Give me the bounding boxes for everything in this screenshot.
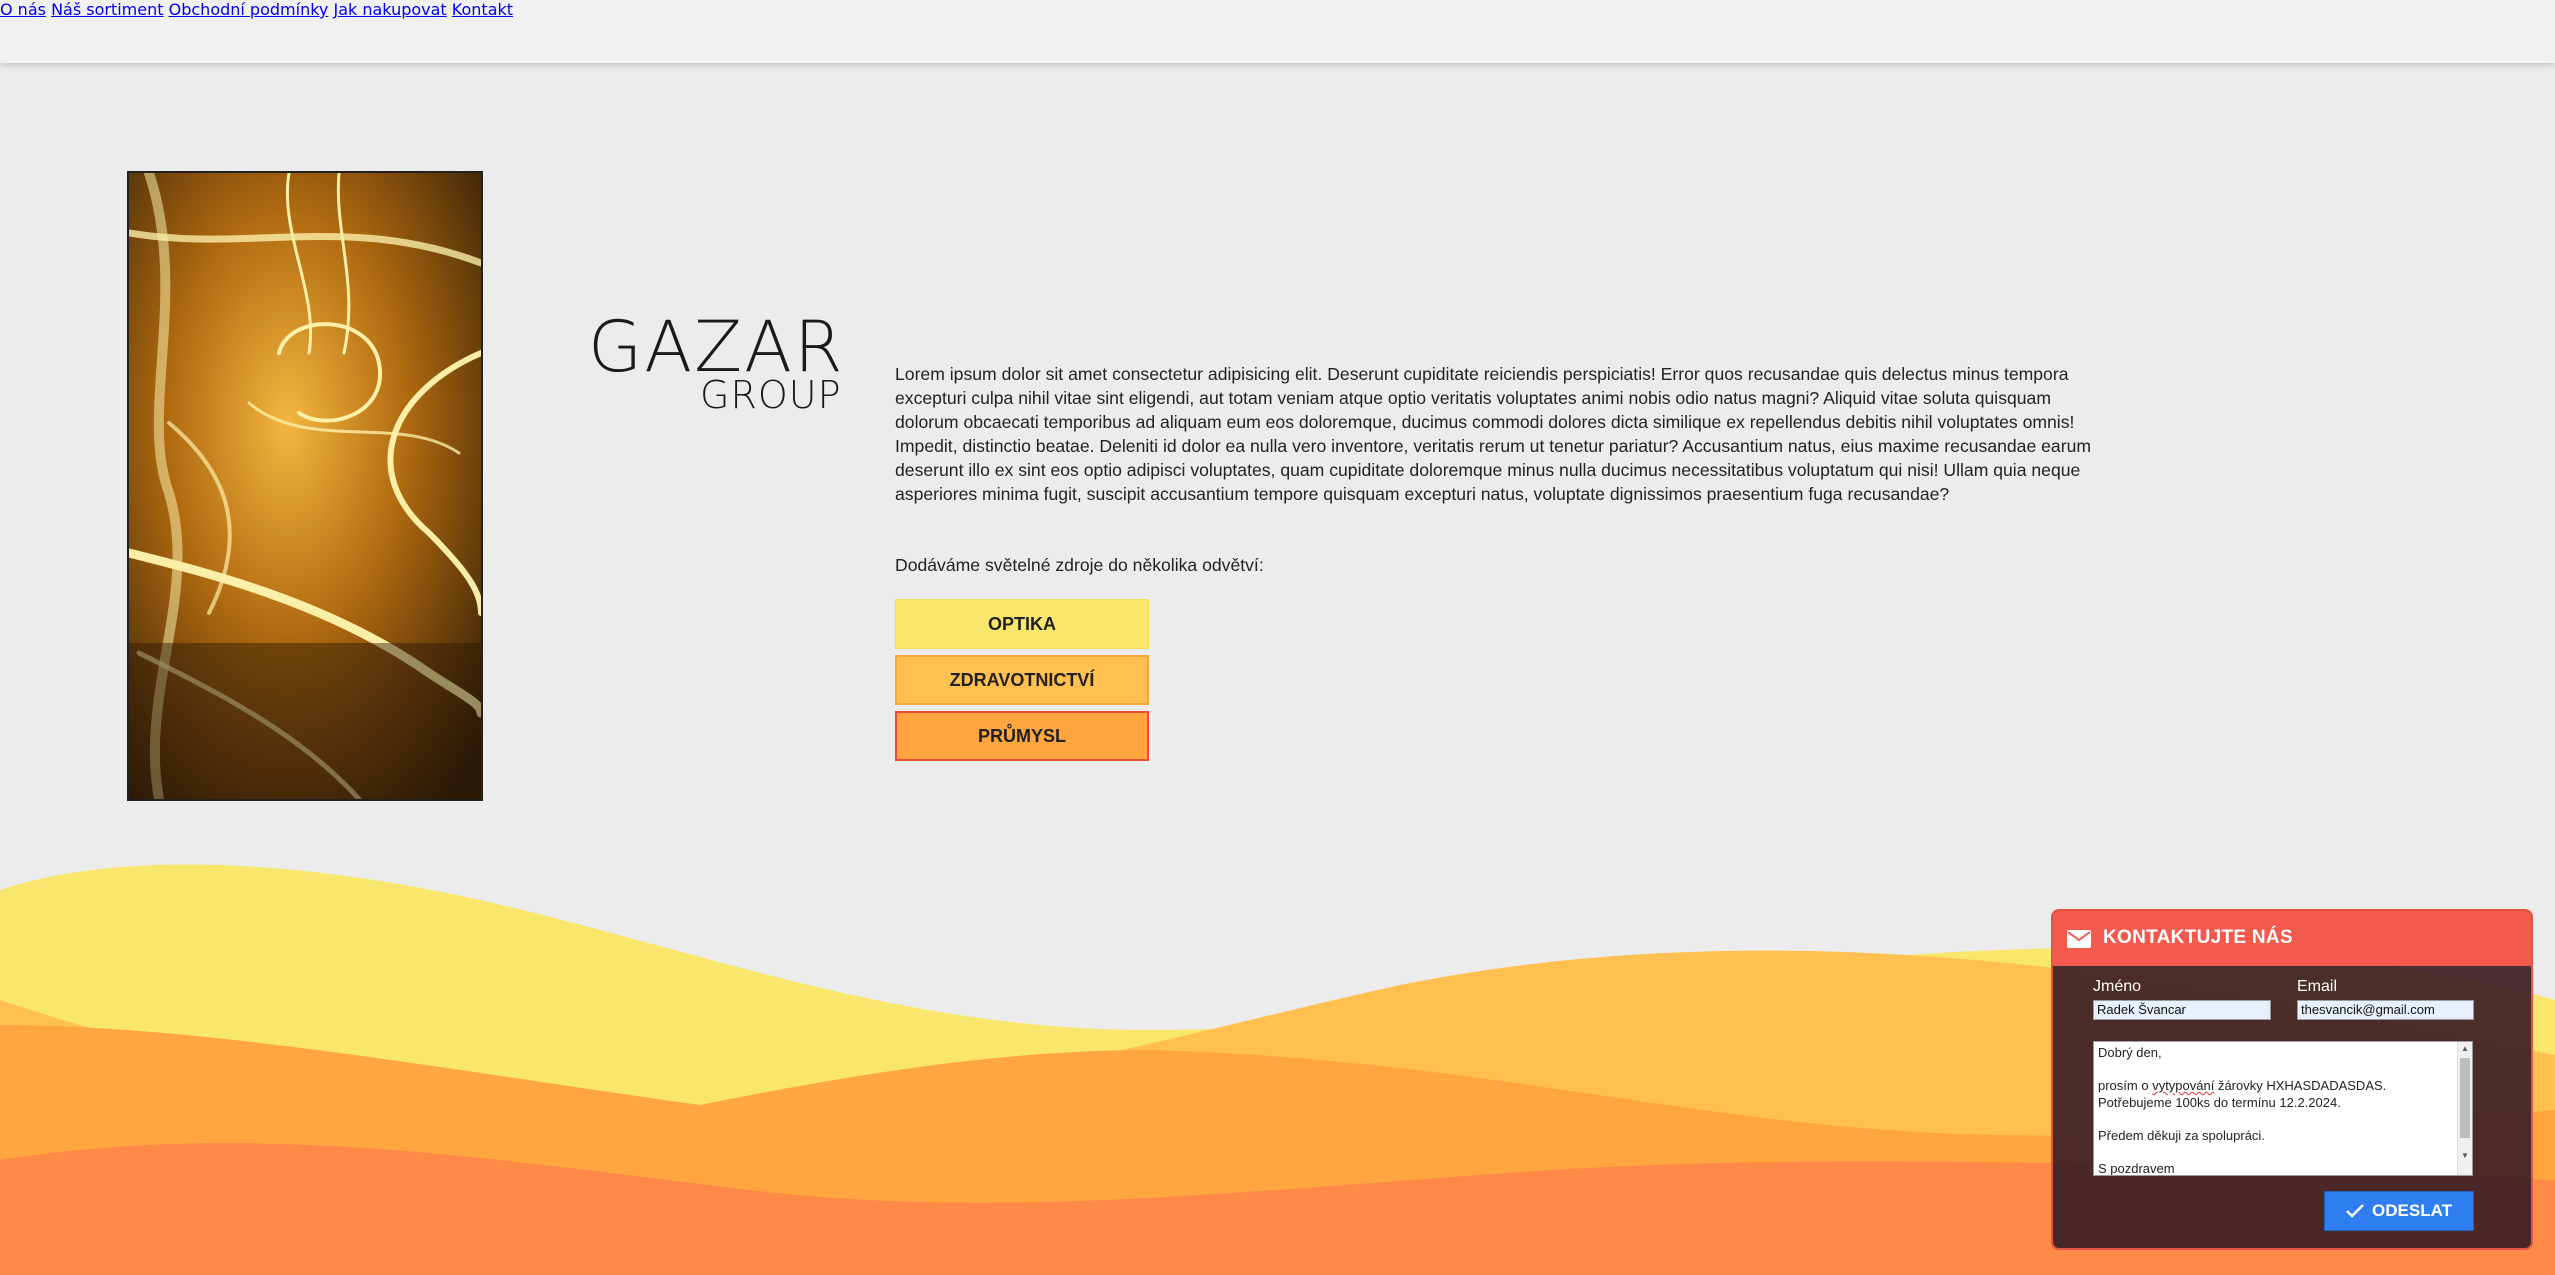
message-line: prosím o vytypování žárovky HXHASDADASDA… xyxy=(2098,1078,2387,1093)
message-line: S pozdravem xyxy=(2098,1160,2175,1176)
email-field[interactable]: thesvancik@gmail.com xyxy=(2297,1000,2474,1020)
textarea-scrollbar[interactable]: ▲ ▼ xyxy=(2457,1042,2472,1175)
contact-form-widget: KONTAKTUJTE NÁS Jméno Radek Švancar Emai… xyxy=(2051,909,2533,1250)
logo-sub-text: GROUP xyxy=(700,373,842,417)
page: O nás Náš sortiment Obchodní podmínky Ja… xyxy=(0,0,2555,1275)
scroll-down-arrow-icon[interactable]: ▼ xyxy=(2458,1149,2472,1163)
scroll-thumb[interactable] xyxy=(2460,1058,2470,1138)
spellcheck-word: vytypování xyxy=(2152,1078,2215,1093)
category-zdravotnictvi-button[interactable]: ZDRAVOTNICTVÍ xyxy=(895,655,1149,705)
message-line: Dobrý den, xyxy=(2098,1045,2162,1060)
message-line: Předem děkuji za spolupráci. xyxy=(2098,1127,2265,1143)
category-optika-button[interactable]: OPTIKA xyxy=(895,599,1149,649)
category-prumysl-button[interactable]: PRŮMYSL xyxy=(895,711,1149,761)
light-filament-photo-icon xyxy=(129,173,481,799)
mail-icon xyxy=(2067,930,2091,948)
nav-item-jak-nakupovat[interactable]: Jak nakupovat xyxy=(333,0,446,19)
logo-main-text: GAZAR xyxy=(588,306,845,388)
send-button-label: ODESLAT xyxy=(2372,1201,2452,1220)
scroll-up-arrow-icon[interactable]: ▲ xyxy=(2458,1042,2472,1056)
hero-photo xyxy=(127,171,483,801)
send-button[interactable]: ODESLAT xyxy=(2324,1191,2474,1231)
name-field[interactable]: Radek Švancar xyxy=(2093,1000,2271,1020)
nav-item-obchodni-podminky[interactable]: Obchodní podmínky xyxy=(169,0,329,19)
message-line: Potřebujeme 100ks do termínu 12.2.2024. xyxy=(2098,1094,2341,1110)
message-textarea[interactable]: Dobrý den, prosím o vytypování žárovky H… xyxy=(2093,1041,2473,1176)
name-label: Jméno xyxy=(2093,978,2142,995)
contact-form-title: KONTAKTUJTE NÁS xyxy=(2103,927,2293,948)
nav-item-o-nas[interactable]: O nás xyxy=(0,0,46,19)
contact-form-header[interactable]: KONTAKTUJTE NÁS xyxy=(2053,911,2531,966)
gazar-group-logo: GAZAR GROUP xyxy=(588,306,845,414)
industries-intro: Dodáváme světelné zdroje do několika odv… xyxy=(895,555,1264,575)
nav-item-kontakt[interactable]: Kontakt xyxy=(452,0,513,19)
checkmark-icon xyxy=(2346,1204,2364,1218)
email-label: Email xyxy=(2297,978,2338,995)
top-navigation-bar: O nás Náš sortiment Obchodní podmínky Ja… xyxy=(0,0,2555,63)
about-paragraph: Lorem ipsum dolor sit amet consectetur a… xyxy=(895,364,2092,504)
nav-item-nas-sortiment[interactable]: Náš sortiment xyxy=(51,0,163,19)
